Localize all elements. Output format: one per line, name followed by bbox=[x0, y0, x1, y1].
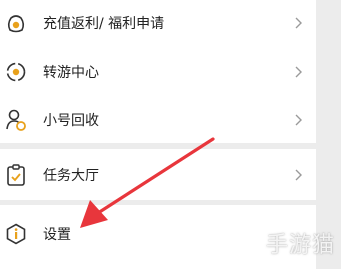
watermark: 手游猫 bbox=[265, 233, 335, 258]
